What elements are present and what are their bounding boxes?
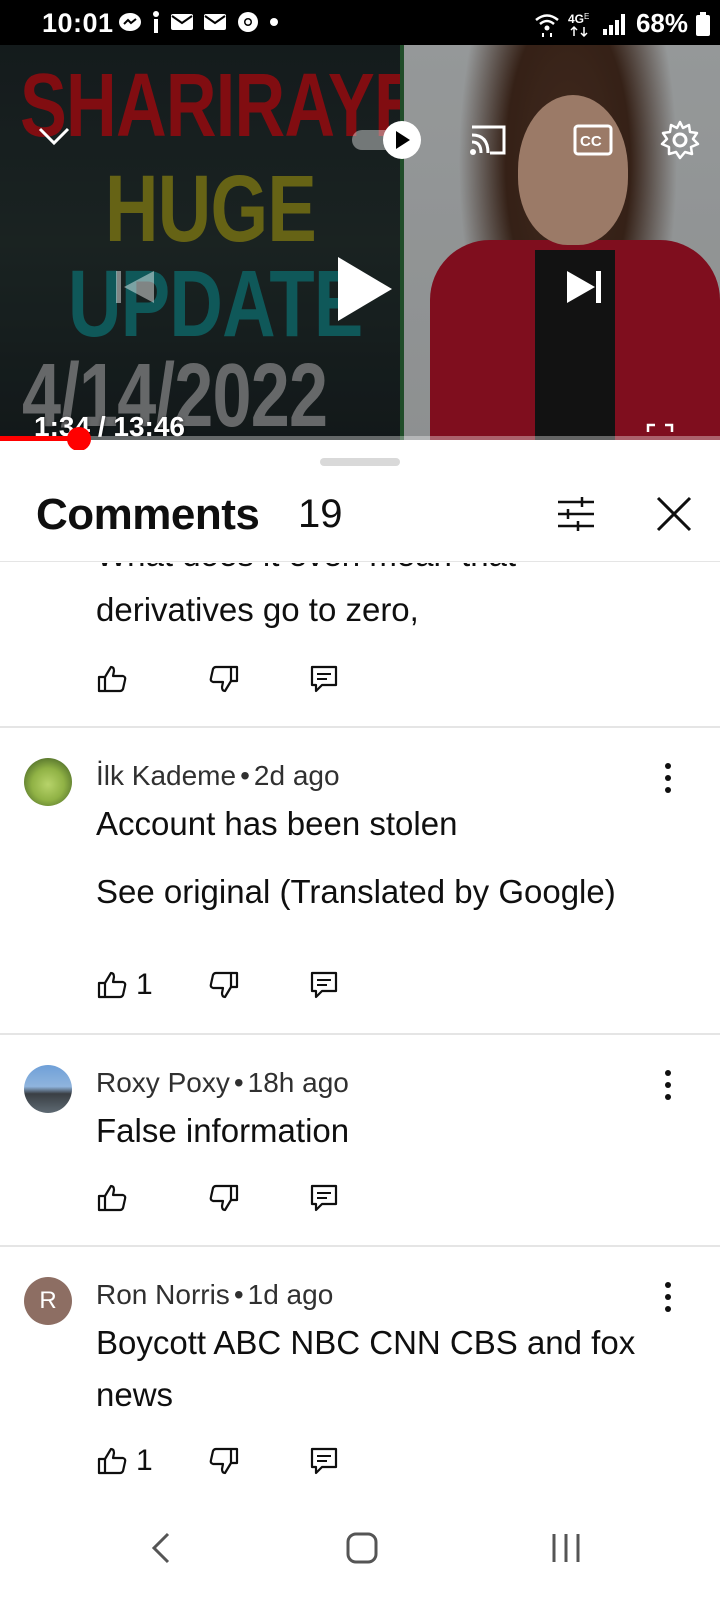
avatar[interactable] (24, 758, 72, 806)
video-player[interactable]: SHARIRAYE HUGE UPDATE 4/14/2022 CC 1:34 … (0, 45, 720, 440)
more-options-icon[interactable] (656, 1277, 680, 1317)
dislike-icon[interactable] (208, 1445, 240, 1477)
messenger-icon (119, 13, 141, 31)
reply-icon[interactable] (308, 1445, 340, 1477)
signal-icon (602, 13, 625, 35)
comment-meta: Roxy Poxy • 18h ago (96, 1067, 349, 1098)
autoplay-toggle[interactable] (350, 120, 426, 160)
comment-author[interactable]: İlk Kademe (96, 760, 236, 791)
comment-actions: 1 (96, 965, 340, 1005)
comment-time: 2d ago (253, 760, 340, 791)
status-time: 10:01 (42, 8, 114, 38)
comments-panel: Comments 19 What does it even mean that … (0, 450, 720, 1510)
dislike-icon[interactable] (208, 663, 240, 695)
comment-author[interactable]: Ron Norris (96, 1279, 230, 1310)
comment-actions (96, 659, 340, 699)
notification-icons (118, 11, 279, 33)
more-options-icon[interactable] (656, 1065, 680, 1105)
like-count: 1 (136, 968, 153, 1001)
comment-text: Boycott ABC NBC CNN CBS and fox news (96, 1324, 636, 1413)
like-icon[interactable] (96, 663, 128, 695)
reply-icon[interactable] (308, 1182, 340, 1214)
translate-link[interactable]: See original (Translated by Google) (96, 866, 716, 918)
comment-meta: Ron Norris • 1d ago (96, 1279, 334, 1310)
4g-icon: 4G E (568, 12, 589, 37)
avatar[interactable] (24, 1065, 72, 1113)
comment-item: Roxy Poxy • 18h ago False information (0, 1035, 720, 1245)
comments-title: Comments (36, 490, 260, 539)
comments-count: 19 (298, 492, 343, 536)
comment-time: 18h ago (247, 1067, 349, 1098)
comment-item: İlk Kademe • 2d ago Account has been stole… (0, 728, 720, 1033)
svg-text:CC: CC (580, 133, 602, 150)
like-icon[interactable] (96, 1445, 128, 1477)
drag-handle[interactable] (320, 458, 400, 466)
comment-text: What does it even mean that (96, 563, 516, 581)
captions-icon[interactable]: CC (573, 123, 613, 157)
comment-item: What does it even mean that derivatives … (0, 563, 720, 727)
comments-header: Comments 19 (0, 470, 720, 562)
mail-icon (204, 14, 226, 30)
back-icon[interactable] (146, 1528, 178, 1568)
cast-icon[interactable] (468, 123, 508, 157)
wifi-icon (535, 13, 559, 37)
battery-percent: 68% (635, 8, 688, 38)
comment-time: 1d ago (247, 1279, 334, 1310)
dislike-icon[interactable] (208, 1182, 240, 1214)
dot-icon (270, 18, 278, 26)
status-bar: 10:01 4G E 68% (0, 0, 720, 45)
next-icon[interactable] (565, 267, 605, 307)
comment-text: False information (96, 1112, 350, 1149)
svg-text:4G: 4G (568, 12, 584, 26)
more-options-icon[interactable] (656, 758, 680, 798)
comment-text: derivatives go to zero, (96, 591, 419, 628)
info-icon (153, 11, 159, 33)
play-icon[interactable] (336, 255, 394, 323)
avatar[interactable]: R (24, 1277, 72, 1325)
close-icon[interactable] (652, 492, 696, 536)
system-nav-bar (0, 1510, 720, 1600)
svg-text:E: E (584, 12, 589, 21)
home-icon[interactable] (344, 1528, 380, 1568)
player-overlay (0, 45, 720, 440)
reply-icon[interactable] (308, 969, 340, 1001)
chrome-icon (238, 12, 258, 32)
dislike-icon[interactable] (208, 969, 240, 1001)
comment-actions: 1 (96, 1441, 340, 1481)
system-icons: 4G E 68% (534, 8, 710, 39)
like-icon[interactable] (96, 969, 128, 1001)
progress-scrubber[interactable] (67, 427, 92, 451)
like-icon[interactable] (96, 1182, 128, 1214)
mail-icon (171, 14, 193, 30)
comment-author[interactable]: Roxy Poxy (96, 1067, 230, 1098)
gear-icon[interactable] (660, 120, 700, 160)
comment-meta: İlk Kademe • 2d ago (96, 760, 340, 791)
battery-icon (696, 11, 710, 36)
comment-item: R Ron Norris • 1d ago Boycott ABC NBC CNN … (0, 1247, 720, 1510)
comment-actions (96, 1178, 340, 1218)
reply-icon[interactable] (308, 663, 340, 695)
progress-bar[interactable] (0, 436, 720, 441)
comment-text: Account has been stolen (96, 805, 458, 842)
chevron-down-icon[interactable] (36, 123, 72, 149)
like-count: 1 (136, 1444, 153, 1477)
previous-icon[interactable] (112, 267, 158, 307)
filter-icon[interactable] (554, 492, 598, 536)
comments-list[interactable]: What does it even mean that derivatives … (0, 563, 720, 1510)
recent-apps-icon[interactable] (548, 1528, 584, 1568)
